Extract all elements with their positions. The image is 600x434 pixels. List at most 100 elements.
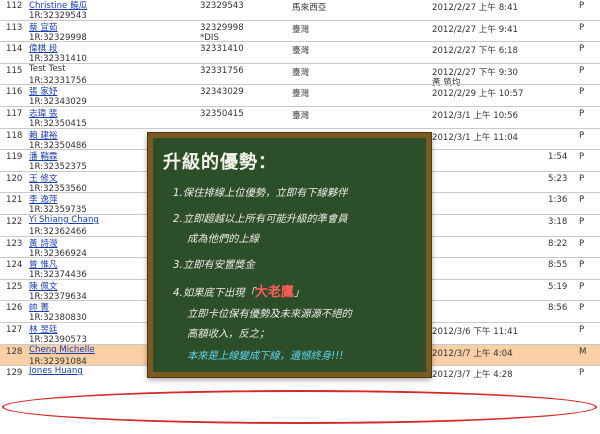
row-number: 112 <box>6 1 23 11</box>
member-status: P <box>579 217 585 227</box>
member-status: P <box>579 368 585 378</box>
table-row: 114 偉棋 段 1R:32331410 32331410 臺灣 2012/2/27 下午… <box>0 41 600 64</box>
join-datetime: 2012/2/27 上午 9:41 <box>432 25 519 35</box>
row-number: 115 <box>6 66 23 76</box>
row-number: 122 <box>6 217 23 227</box>
member-status: P <box>579 239 585 249</box>
row-number: 117 <box>6 109 23 119</box>
member-status: P <box>579 195 585 205</box>
member-name-link[interactable]: 潘 鞘霖 <box>29 150 58 162</box>
row-number: 125 <box>6 282 23 292</box>
member-name-link[interactable]: 偉棋 段 <box>29 42 58 54</box>
table-row: 113 蔡 宜茹 1R:32329998 32329998 *DIS 臺灣 2012/2/2… <box>0 20 600 43</box>
table-row: 117 志瑋 張 1R:32350415 32350415 臺灣 2012/3/1 上午 … <box>0 106 600 129</box>
row-divider <box>0 41 600 42</box>
member-name-link[interactable]: 賴 建裕 <box>29 129 58 141</box>
join-datetime: 8:56 <box>548 303 568 313</box>
row-number: 118 <box>6 131 23 141</box>
member-name-link[interactable]: 王 修文 <box>29 172 58 184</box>
member-id: 32350415 <box>200 109 244 119</box>
row-divider <box>0 128 600 129</box>
board-item-4-close: 」 <box>293 287 305 299</box>
member-name-link[interactable]: Cheng Michelle <box>29 345 95 355</box>
member-name-link[interactable]: 張 家妤 <box>29 85 58 97</box>
join-datetime: 1:36 <box>548 195 568 205</box>
member-name-link[interactable]: Yi Shiang Chang <box>29 215 99 225</box>
row-divider <box>0 84 600 85</box>
member-region: 臺灣 <box>292 89 310 99</box>
member-region: 臺灣 <box>292 46 310 56</box>
member-name-link[interactable]: 李 逸萍 <box>29 193 58 205</box>
member-id: 32343029 <box>200 87 244 97</box>
row-number: 128 <box>6 347 23 357</box>
member-status: P <box>579 260 585 270</box>
join-datetime: 2012/3/7 上午 4:28 <box>432 370 513 380</box>
member-id: 32329543 <box>200 1 244 11</box>
member-status: P <box>579 87 585 97</box>
member-name-link[interactable]: Christine 饒瓜 <box>29 0 87 11</box>
join-datetime: 2012/3/1 上午 10:56 <box>432 111 519 121</box>
row-number: 127 <box>6 325 23 335</box>
member-name-link[interactable]: 蔡 宜茹 <box>29 21 58 33</box>
member-status: P <box>579 282 585 292</box>
board-item-1: 1.保住排線上位優勢，立即有下線夥伴 <box>173 187 348 199</box>
board-item-4-emphasis: 大老鷹 <box>254 285 294 300</box>
member-name-link[interactable]: 陳 佩文 <box>29 280 58 292</box>
join-datetime: 2012/2/27 下午 6:18 <box>432 46 519 56</box>
row-divider <box>0 20 600 21</box>
join-datetime: 3:18 <box>548 217 568 227</box>
table-row: 115 Test Test 1R:32331756 32331756 臺灣 2012/2/… <box>0 63 600 88</box>
member-id: 32329998 <box>200 23 244 33</box>
member-status: P <box>579 131 585 141</box>
member-name-link: Test Test <box>29 64 66 74</box>
row-number: 126 <box>6 303 23 313</box>
join-datetime: 8:55 <box>548 260 568 270</box>
join-datetime: 8:22 <box>548 239 568 249</box>
member-region: 臺灣 <box>292 68 310 78</box>
member-name-link[interactable]: 帥 菁 <box>29 301 49 313</box>
join-datetime: 5:19 <box>548 282 568 292</box>
member-status: P <box>579 109 585 119</box>
member-id: 32331756 <box>200 66 244 76</box>
member-status: P <box>579 44 585 54</box>
member-name-link[interactable]: 曾 惟凡 <box>29 258 58 270</box>
join-datetime: 2012/2/29 上午 10:57 <box>432 89 524 99</box>
member-region: 馬來西亞 <box>292 3 327 13</box>
join-datetime: 2012/3/1 上午 11:04 <box>432 133 519 143</box>
member-name-link[interactable]: 黃 詩瀅 <box>29 237 58 249</box>
chalkboard-overlay: 升級的優勢： 1.保住排線上位優勢，立即有下線夥伴 2.立即超越以上所有可能升級… <box>148 133 431 377</box>
member-status: P <box>579 325 585 335</box>
member-name-link[interactable]: 林 昱廷 <box>29 323 58 335</box>
board-item-2-cont: 成為他們的上線 <box>187 233 260 245</box>
table-row: 116 張 家妤 1R:32343029 32343029 臺灣 2012/2/29 上午… <box>0 84 600 107</box>
board-item-4: 4.如果底下出現「大老鷹」 <box>173 281 304 300</box>
row-number: 121 <box>6 195 23 205</box>
row-number: 116 <box>6 87 23 97</box>
row-number: 114 <box>6 44 23 54</box>
member-status: M <box>579 347 587 357</box>
join-datetime: 5:23 <box>548 174 568 184</box>
highlight-oval <box>2 390 597 424</box>
row-number: 124 <box>6 260 23 270</box>
row-number: 120 <box>6 174 23 184</box>
row-divider <box>0 106 600 107</box>
row-number: 113 <box>6 23 23 33</box>
table-row: 112 Christine 饒瓜 1R:32329543 32329543 馬來西亞 20… <box>0 0 600 21</box>
board-item-4-line2: 立即卡位保有優勢及未來源源不絕的 <box>187 308 352 320</box>
join-datetime: 2012/2/27 上午 8:41 <box>432 3 519 13</box>
board-item-4-line3: 高額收入，反之； <box>187 328 270 340</box>
member-status: P <box>579 152 585 162</box>
board-item-4-warning: 本來是上線變成下線，遺憾終身!!! <box>187 350 344 362</box>
board-item-4-text: 4.如果底下出現「 <box>173 287 255 299</box>
join-datetime: 1:54 <box>548 152 568 162</box>
row-divider <box>0 63 600 64</box>
row-number: 123 <box>6 239 23 249</box>
member-region: 臺灣 <box>292 111 310 121</box>
member-status: P <box>579 1 585 11</box>
join-datetime: 2012/3/6 下午 11:41 <box>432 327 519 337</box>
member-region: 臺灣 <box>292 25 310 35</box>
member-name-link[interactable]: 志瑋 張 <box>29 107 58 119</box>
member-name-link[interactable]: Jones Huang <box>29 366 83 376</box>
member-status: P <box>579 23 585 33</box>
member-status: P <box>579 66 585 76</box>
